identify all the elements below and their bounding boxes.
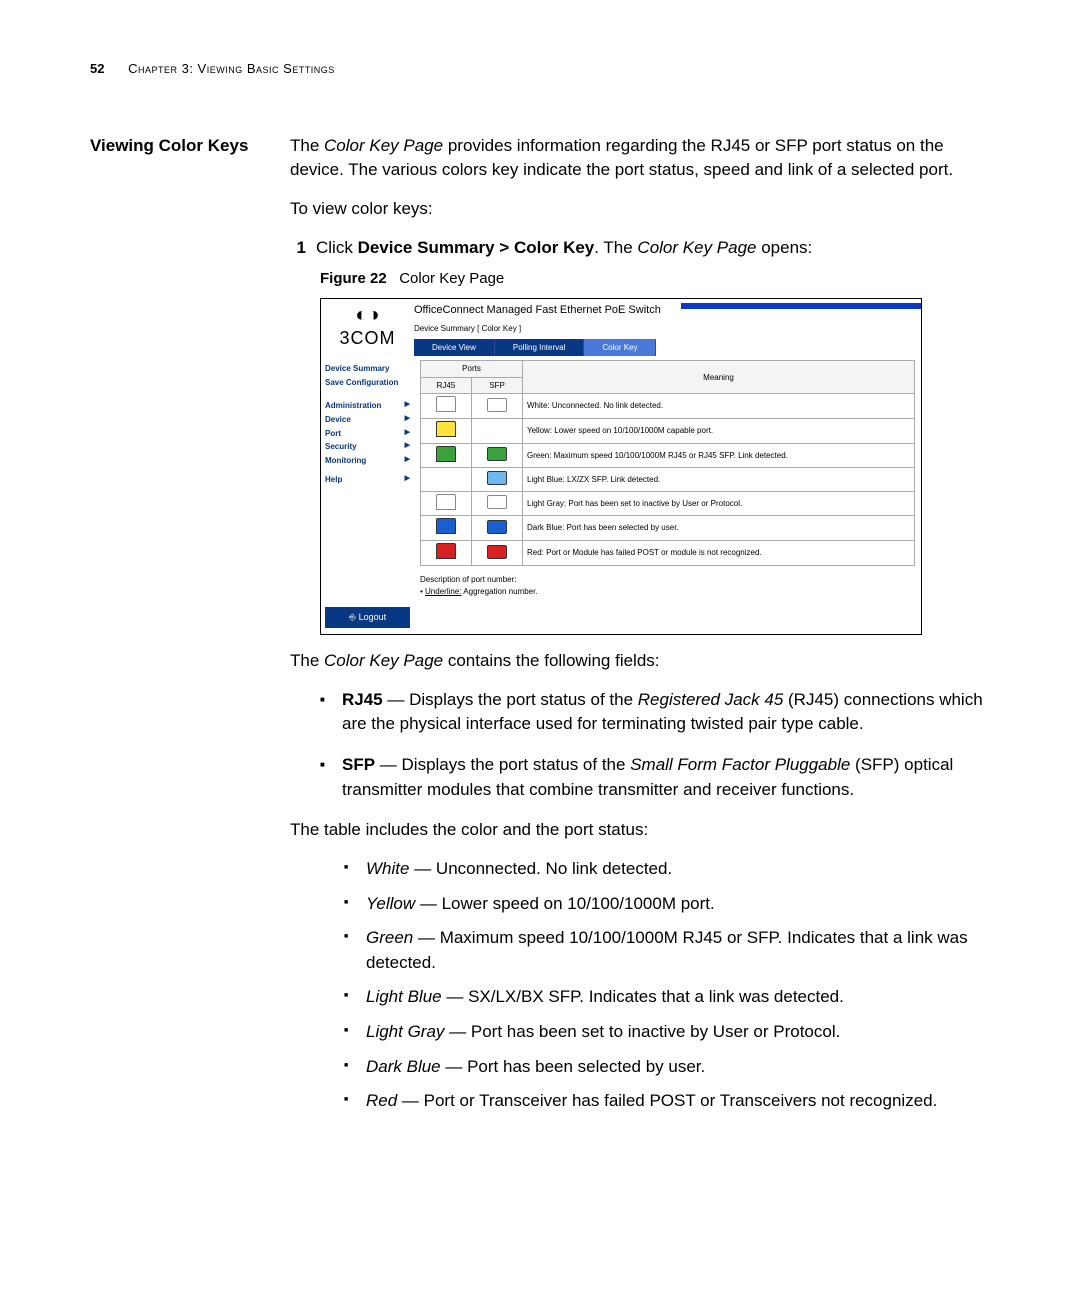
step-1: 1 Click Device Summary > Color Key. The … xyxy=(290,236,990,261)
meaning-cell: Yellow: Lower speed on 10/100/1000M capa… xyxy=(523,419,915,444)
chevron-right-icon: ▶ xyxy=(405,414,410,426)
table-row: Light Gray: Port has been set to inactiv… xyxy=(421,491,915,516)
figure-caption: Figure 22 Color Key Page xyxy=(320,268,990,290)
meaning-cell: Light Gray: Port has been set to inactiv… xyxy=(523,491,915,516)
color-yellow: Yellow — Lower speed on 10/100/1000M por… xyxy=(344,892,990,917)
nav-security[interactable]: Security▶ xyxy=(325,440,410,454)
nav-administration[interactable]: Administration▶ xyxy=(325,399,410,413)
chevron-right-icon: ▶ xyxy=(405,474,410,486)
tab-polling-interval[interactable]: Polling Interval xyxy=(495,339,584,357)
sfp-port-icon xyxy=(487,398,507,412)
field-rj45: RJ45 — Displays the port status of the R… xyxy=(320,688,990,737)
table-intro: The table includes the color and the por… xyxy=(290,818,990,843)
sfp-port-icon xyxy=(487,520,507,534)
chevron-right-icon: ▶ xyxy=(405,441,410,453)
chevron-right-icon: ▶ xyxy=(405,400,410,412)
rj45-port-icon xyxy=(436,396,456,412)
th-sfp: SFP xyxy=(472,377,523,394)
sidebar-nav: Device Summary Save Configuration Admini… xyxy=(321,356,414,634)
color-light-blue: Light Blue — SX/LX/BX SFP. Indicates tha… xyxy=(344,985,990,1010)
rj45-port-icon xyxy=(436,518,456,534)
nav-port[interactable]: Port▶ xyxy=(325,427,410,441)
table-row: Dark Blue: Port has been selected by use… xyxy=(421,516,915,541)
logo-icon: ◐◑ xyxy=(325,305,410,325)
decorative-bar xyxy=(681,303,921,309)
tab-bar: Device View Polling Interval Color Key xyxy=(414,339,921,357)
color-red: Red — Port or Transceiver has failed POS… xyxy=(344,1089,990,1114)
th-rj45: RJ45 xyxy=(421,377,472,394)
port-description: Description of port number: • Underline:… xyxy=(420,574,915,600)
field-sfp: SFP — Displays the port status of the Sm… xyxy=(320,753,990,802)
meaning-cell: White: Unconnected. No link detected. xyxy=(523,394,915,419)
fields-intro: The Color Key Page contains the followin… xyxy=(290,649,990,674)
color-list: White — Unconnected. No link detected. Y… xyxy=(290,857,990,1114)
breadcrumb: Device Summary [ Color Key ] xyxy=(414,323,921,335)
page-header: 52 Chapter 3: Viewing Basic Settings xyxy=(90,60,990,79)
meaning-cell: Dark Blue: Port has been selected by use… xyxy=(523,516,915,541)
table-row: White: Unconnected. No link detected. xyxy=(421,394,915,419)
color-key-table: Ports Meaning RJ45 SFP White: Unconnecte… xyxy=(420,360,915,565)
view-instruction: To view color keys: xyxy=(290,197,990,222)
field-list: RJ45 — Displays the port status of the R… xyxy=(290,688,990,803)
sfp-port-icon xyxy=(487,447,507,461)
nav-monitoring[interactable]: Monitoring▶ xyxy=(325,454,410,468)
rj45-port-icon xyxy=(436,494,456,510)
nav-device-summary[interactable]: Device Summary xyxy=(325,362,410,376)
logo: ◐◑ 3COM xyxy=(321,299,414,355)
tab-device-view[interactable]: Device View xyxy=(414,339,495,357)
sfp-port-icon xyxy=(487,471,507,485)
chapter-title: Chapter 3: Viewing Basic Settings xyxy=(128,61,335,76)
th-meaning: Meaning xyxy=(523,361,915,394)
color-green: Green — Maximum speed 10/100/1000M RJ45 … xyxy=(344,926,990,975)
meaning-cell: Red: Port or Module has failed POST or m… xyxy=(523,541,915,566)
step-number: 1 xyxy=(290,236,306,261)
meaning-cell: Light Blue: LX/ZX SFP. Link detected. xyxy=(523,468,915,492)
chevron-right-icon: ▶ xyxy=(405,455,410,467)
step-text: Click Device Summary > Color Key. The Co… xyxy=(316,236,812,261)
table-row: Red: Port or Module has failed POST or m… xyxy=(421,541,915,566)
th-ports: Ports xyxy=(421,361,523,378)
section-heading: Viewing Color Keys xyxy=(90,134,260,236)
page-number: 52 xyxy=(90,61,104,76)
table-row: Yellow: Lower speed on 10/100/1000M capa… xyxy=(421,419,915,444)
rj45-port-icon xyxy=(436,543,456,559)
table-row: Green: Maximum speed 10/100/1000M RJ45 o… xyxy=(421,443,915,468)
tab-color-key[interactable]: Color Key xyxy=(584,339,656,357)
color-dark-blue: Dark Blue — Port has been selected by us… xyxy=(344,1055,990,1080)
screenshot-figure: ◐◑ 3COM OfficeConnect Managed Fast Ether… xyxy=(320,298,922,635)
intro-paragraph: The Color Key Page provides information … xyxy=(290,134,990,183)
table-row: Light Blue: LX/ZX SFP. Link detected. xyxy=(421,468,915,492)
rj45-port-icon xyxy=(436,446,456,462)
sfp-port-icon xyxy=(487,545,507,559)
rj45-port-icon xyxy=(436,421,456,437)
sfp-port-icon xyxy=(487,495,507,509)
nav-help[interactable]: Help▶ xyxy=(325,473,410,487)
nav-device[interactable]: Device▶ xyxy=(325,413,410,427)
color-white: White — Unconnected. No link detected. xyxy=(344,857,990,882)
chevron-right-icon: ▶ xyxy=(405,428,410,440)
nav-save-config[interactable]: Save Configuration xyxy=(325,376,410,390)
meaning-cell: Green: Maximum speed 10/100/1000M RJ45 o… xyxy=(523,443,915,468)
logout-button[interactable]: ⎆ Logout xyxy=(325,607,410,628)
color-light-gray: Light Gray — Port has been set to inacti… xyxy=(344,1020,990,1045)
